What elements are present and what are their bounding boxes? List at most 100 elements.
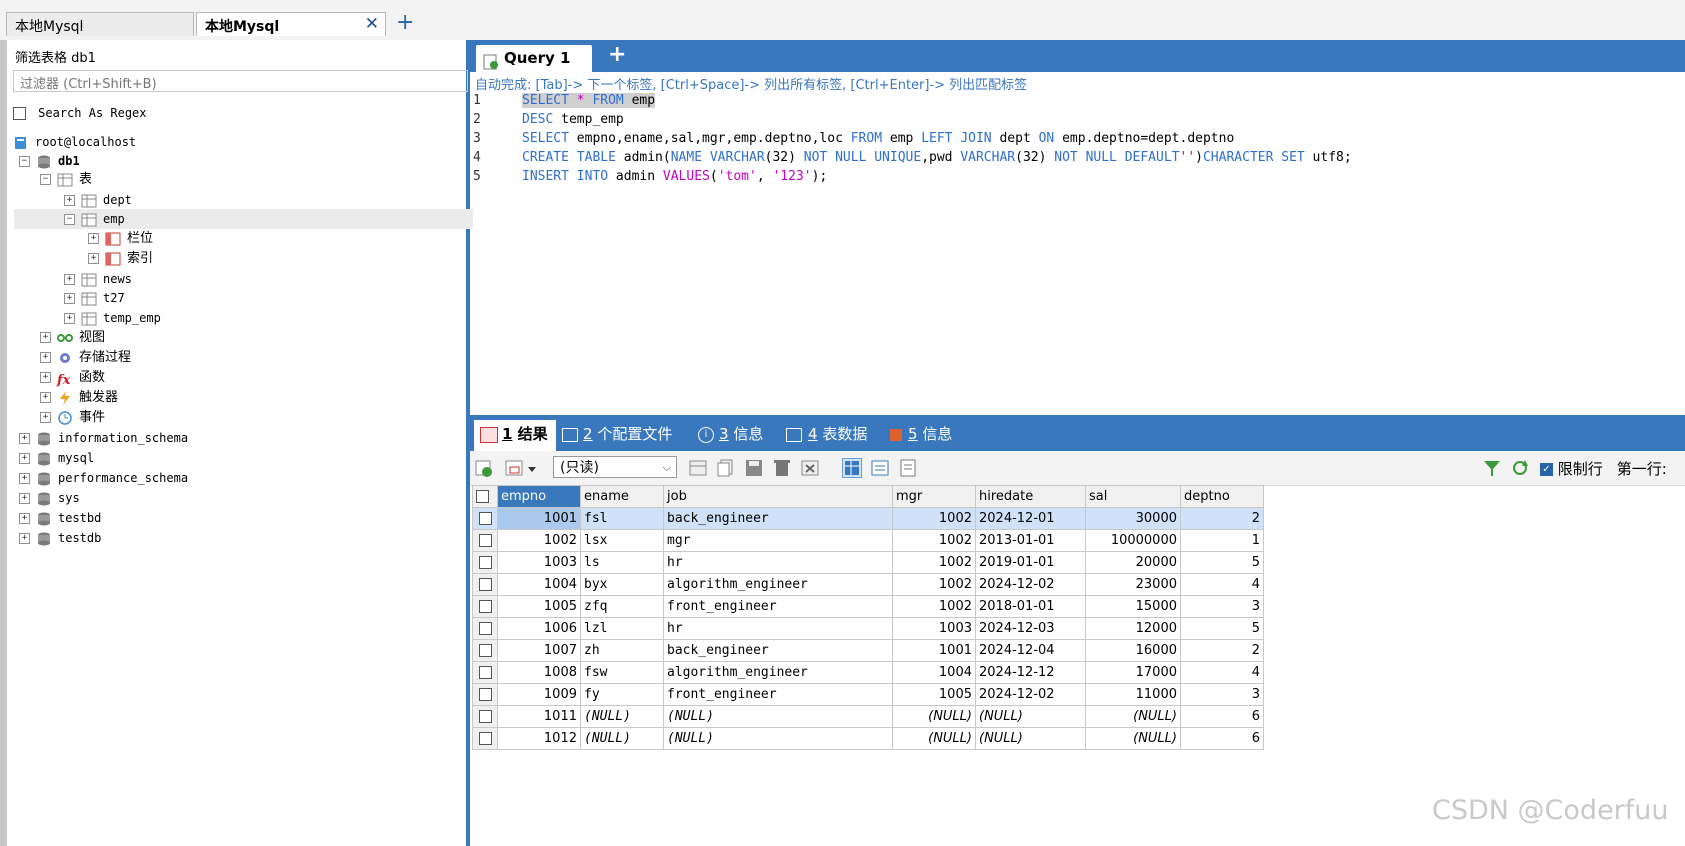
- row-checkbox[interactable]: [478, 622, 492, 635]
- table-cell-ename[interactable]: (NULL): [580, 705, 664, 728]
- table-cell-ename[interactable]: zfq: [580, 595, 664, 618]
- table-cell-mgr[interactable]: 1002: [892, 507, 976, 530]
- table-cell-empno[interactable]: 1002: [497, 529, 581, 552]
- row-checkbox[interactable]: [478, 688, 492, 701]
- table-cell-mgr[interactable]: 1002: [892, 529, 976, 552]
- expand-icon[interactable]: +: [19, 493, 30, 504]
- row-checkbox[interactable]: [478, 732, 492, 745]
- regex-option[interactable]: Search As Regex: [13, 106, 147, 121]
- tree-root[interactable]: root@localhost: [13, 132, 136, 152]
- tab-profiles[interactable]: 2 个配置文件: [562, 423, 672, 444]
- table-cell-deptno[interactable]: 6: [1180, 705, 1264, 728]
- table-cell-ename[interactable]: fsl: [580, 507, 664, 530]
- table-cell-hiredate[interactable]: (NULL): [975, 705, 1086, 728]
- table-cell-ename[interactable]: ls: [580, 551, 664, 574]
- table-cell-deptno[interactable]: 2: [1180, 639, 1264, 662]
- table-cell-mgr[interactable]: 1002: [892, 551, 976, 574]
- expand-icon[interactable]: +: [64, 313, 75, 324]
- table-cell-mgr[interactable]: (NULL): [892, 727, 976, 750]
- table-cell-empno[interactable]: 1005: [497, 595, 581, 618]
- table-cell-mgr[interactable]: 1001: [892, 639, 976, 662]
- expand-icon[interactable]: +: [40, 372, 51, 383]
- table-cell-ename[interactable]: (NULL): [580, 727, 664, 750]
- expand-icon[interactable]: +: [19, 533, 30, 544]
- expand-icon[interactable]: +: [40, 412, 51, 423]
- regex-checkbox[interactable]: [13, 107, 26, 120]
- row-select-cell[interactable]: [472, 661, 498, 684]
- table-cell-ename[interactable]: zh: [580, 639, 664, 662]
- table-row[interactable]: 1005 zfq front_engineer 1002 2018-01-01 15000…: [472, 595, 1264, 618]
- expand-icon[interactable]: +: [40, 392, 51, 403]
- collapse-icon[interactable]: −: [64, 214, 75, 225]
- table-cell-deptno[interactable]: 3: [1180, 683, 1264, 706]
- expand-icon[interactable]: +: [40, 332, 51, 343]
- table-cell-deptno[interactable]: 4: [1180, 573, 1264, 596]
- row-select-cell[interactable]: [472, 705, 498, 728]
- result-grid[interactable]: empno ename job mgr hiredate sal deptno …: [472, 485, 1264, 750]
- row-checkbox[interactable]: [478, 710, 492, 723]
- close-icon[interactable]: ✕: [365, 14, 379, 34]
- table-cell-job[interactable]: algorithm_engineer: [663, 661, 893, 684]
- connection-tab-active[interactable]: 本地Mysql ✕: [196, 12, 386, 36]
- table-cell-hiredate[interactable]: (NULL): [975, 727, 1086, 750]
- tree-folder-events[interactable]: + 事件: [40, 408, 105, 428]
- table-cell-sal[interactable]: 12000: [1085, 617, 1181, 640]
- row-checkbox[interactable]: [478, 600, 492, 613]
- table-cell-job[interactable]: hr: [663, 617, 893, 640]
- table-cell-ename[interactable]: fy: [580, 683, 664, 706]
- table-cell-mgr[interactable]: 1003: [892, 617, 976, 640]
- tree-folder-procedures[interactable]: + 存储过程: [40, 348, 131, 368]
- table-cell-empno[interactable]: 1004: [497, 573, 581, 596]
- duplicate-row-icon[interactable]: [716, 458, 736, 478]
- table-cell-hiredate[interactable]: 2024-12-12: [975, 661, 1086, 684]
- table-cell-job[interactable]: front_engineer: [663, 595, 893, 618]
- expand-icon[interactable]: +: [64, 293, 75, 304]
- mode-select[interactable]: (只读) ⌵: [553, 456, 677, 478]
- table-row[interactable]: 1002 lsx mgr 1002 2013-01-01 10000000 1: [472, 529, 1264, 552]
- table-cell-job[interactable]: back_engineer: [663, 507, 893, 530]
- save-icon[interactable]: [744, 458, 764, 478]
- column-header[interactable]: ename: [580, 485, 664, 508]
- tab-messages[interactable]: i3 信息: [698, 423, 763, 444]
- text-view-icon[interactable]: [898, 458, 918, 478]
- table-cell-sal[interactable]: 11000: [1085, 683, 1181, 706]
- row-select-cell[interactable]: [472, 507, 498, 530]
- tree-db[interactable]: + testbd: [19, 508, 101, 528]
- add-query-icon[interactable]: +: [608, 42, 626, 67]
- table-cell-mgr[interactable]: 1004: [892, 661, 976, 684]
- table-row[interactable]: 1006 lzl hr 1003 2024-12-03 12000 5: [472, 617, 1264, 640]
- table-cell-ename[interactable]: byx: [580, 573, 664, 596]
- row-select-cell[interactable]: [472, 683, 498, 706]
- row-select-cell[interactable]: [472, 639, 498, 662]
- table-cell-mgr[interactable]: 1005: [892, 683, 976, 706]
- limit-rows-option[interactable]: ✓ 限制行 第一行:: [1540, 458, 1667, 479]
- tree-folder-functions[interactable]: + fx 函数: [40, 368, 105, 388]
- table-cell-sal[interactable]: 16000: [1085, 639, 1181, 662]
- table-cell-ename[interactable]: lzl: [580, 617, 664, 640]
- row-checkbox[interactable]: [478, 578, 492, 591]
- table-cell-hiredate[interactable]: 2018-01-01: [975, 595, 1086, 618]
- expand-icon[interactable]: +: [64, 274, 75, 285]
- table-cell-sal[interactable]: 10000000: [1085, 529, 1181, 552]
- expand-icon[interactable]: +: [19, 513, 30, 524]
- table-cell-deptno[interactable]: 5: [1180, 551, 1264, 574]
- table-cell-hiredate[interactable]: 2024-12-01: [975, 507, 1086, 530]
- column-header[interactable]: mgr: [892, 485, 976, 508]
- tree-folder-triggers[interactable]: + 触发器: [40, 388, 118, 408]
- tree-table-t27[interactable]: + t27: [64, 288, 125, 308]
- tree-folder-tables[interactable]: − 表: [40, 170, 92, 190]
- table-cell-empno[interactable]: 1011: [497, 705, 581, 728]
- refresh-icon[interactable]: [1510, 458, 1530, 478]
- delete-icon[interactable]: [772, 458, 792, 478]
- table-cell-hiredate[interactable]: 2024-12-02: [975, 573, 1086, 596]
- table-cell-deptno[interactable]: 3: [1180, 595, 1264, 618]
- row-select-cell[interactable]: [472, 617, 498, 640]
- row-checkbox[interactable]: [478, 556, 492, 569]
- table-cell-hiredate[interactable]: 2024-12-02: [975, 683, 1086, 706]
- refresh-grid-icon[interactable]: [474, 458, 494, 478]
- expand-icon[interactable]: +: [19, 453, 30, 464]
- cancel-changes-icon[interactable]: [800, 458, 820, 478]
- table-cell-deptno[interactable]: 1: [1180, 529, 1264, 552]
- table-cell-empno[interactable]: 1008: [497, 661, 581, 684]
- tree-table-temp_emp[interactable]: + temp_emp: [64, 308, 161, 328]
